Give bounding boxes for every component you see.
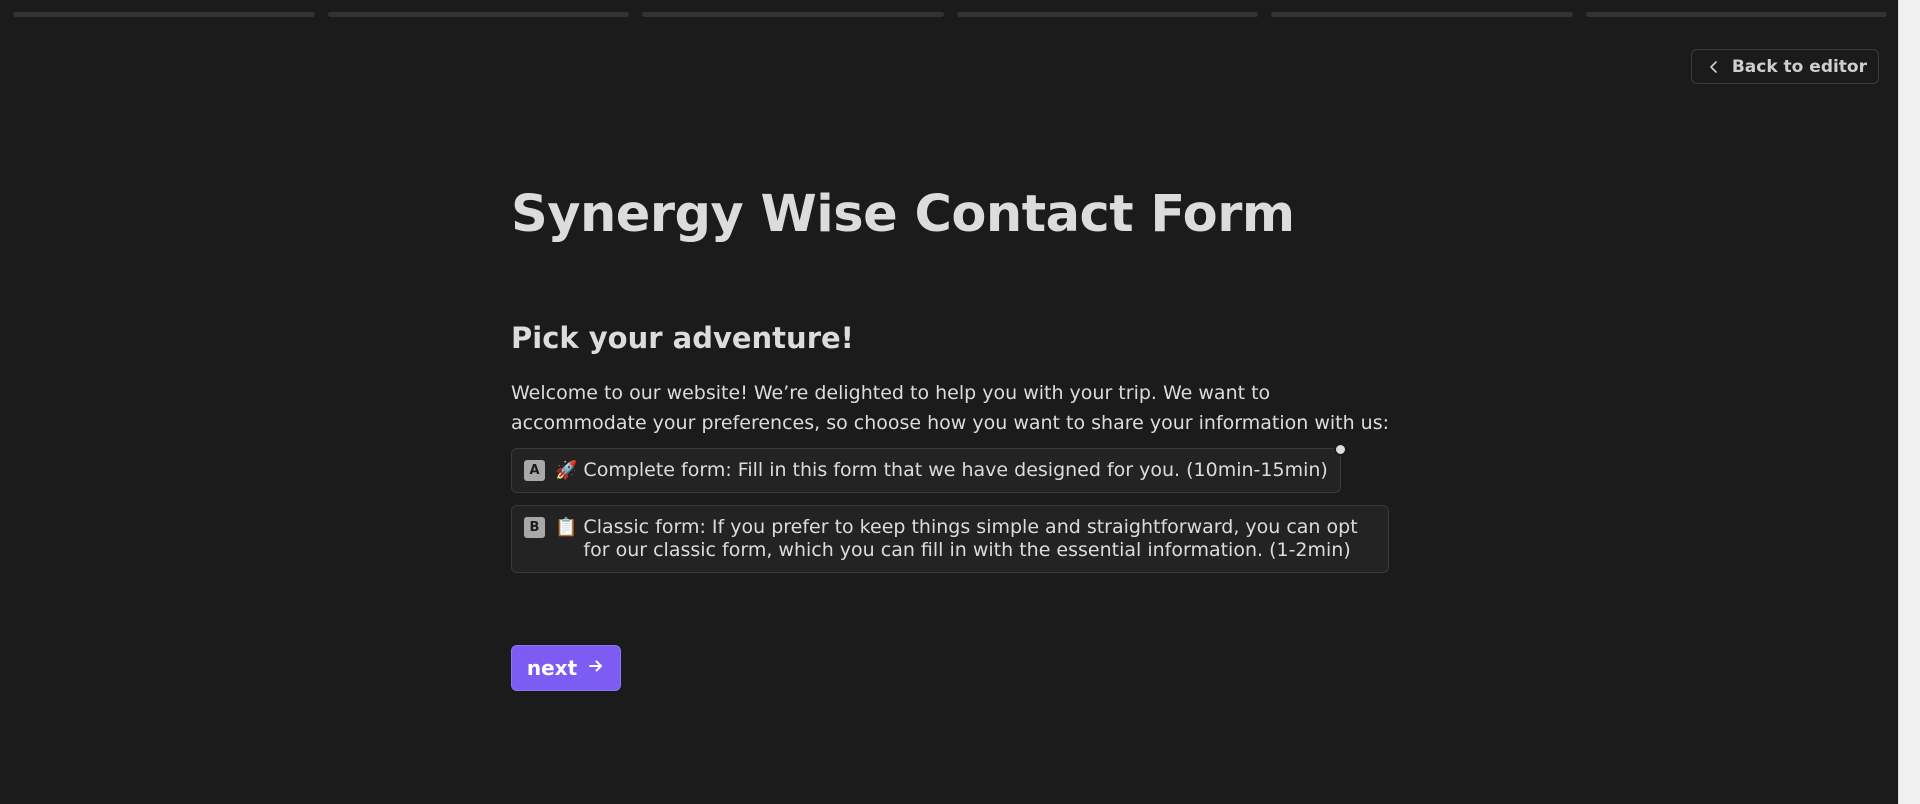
chevron-left-icon — [1706, 59, 1722, 75]
progress-segment — [13, 12, 315, 17]
form-content: Synergy Wise Contact Form Pick your adve… — [511, 180, 1391, 691]
progress-bar — [13, 12, 1887, 17]
choice-content: 🚀 Complete form: Fill in this form that … — [555, 459, 1328, 482]
form-title: Synergy Wise Contact Form — [511, 185, 1295, 244]
progress-segment — [327, 12, 629, 17]
selection-dot-indicator — [1333, 443, 1347, 456]
question-description: Welcome to our website! We’re delighted … — [511, 382, 1390, 434]
choice-key-badge: A — [524, 460, 545, 481]
choice-label: Complete form: Fill in this form that we… — [583, 459, 1328, 481]
rocket-icon: 🚀 — [555, 460, 578, 481]
back-to-editor-button[interactable]: Back to editor — [1690, 49, 1879, 84]
clipboard-icon: 📋 — [555, 517, 578, 538]
choice-option-b[interactable]: B 📋 Classic form: If you prefer to keep … — [511, 505, 1389, 573]
back-to-editor-label: Back to editor — [1731, 56, 1867, 77]
choice-option-a[interactable]: A 🚀 Complete form: Fill in this form tha… — [511, 443, 1347, 493]
choice-key-badge: B — [524, 517, 545, 538]
next-button-label: next — [526, 656, 578, 680]
next-button[interactable]: next — [511, 645, 621, 691]
scrollbar[interactable] — [1898, 0, 1920, 804]
choice-content: 📋 Classic form: If you prefer to keep th… — [555, 516, 1376, 562]
progress-segment — [1585, 12, 1887, 17]
choice-label: Classic form: If you prefer to keep thin… — [583, 516, 1358, 561]
choice-list: A 🚀 Complete form: Fill in this form tha… — [511, 443, 1391, 573]
progress-segment — [642, 12, 944, 17]
question-title: Pick your adventure! — [511, 321, 854, 355]
form-preview-page: Back to editor Synergy Wise Contact Form… — [0, 0, 1920, 804]
progress-segment — [1271, 12, 1573, 17]
arrow-right-icon — [587, 656, 605, 680]
progress-segment — [956, 12, 1258, 17]
